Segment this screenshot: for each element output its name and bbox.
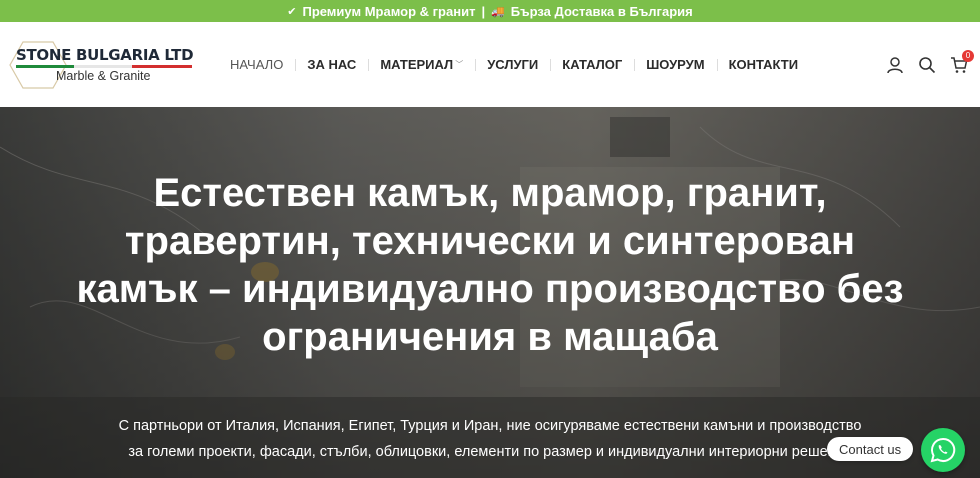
hero-description: С партньори от Италия, Испания, Египет, … [118,418,862,460]
contact-us-button[interactable]: Contact us [827,437,914,461]
announcement-text-2: Бърза Доставка в България [510,3,693,19]
logo-flag-bar [16,65,192,68]
user-icon[interactable] [886,56,904,74]
nav-label: МАТЕРИАЛ [380,57,454,72]
whatsapp-button[interactable] [921,428,965,472]
nav-label: КОНТАКТИ [728,57,799,72]
chevron-down-icon: ﹀ [455,60,464,69]
site-header: STONE BULGARIA LTD Marble & Granite НАЧА… [0,22,980,107]
announcement-separator: | [481,3,486,19]
hero-banner: Естествен камък, мрамор, гранит, траверт… [0,107,980,478]
nav-label: ШОУРУМ [646,57,705,72]
search-icon[interactable] [918,56,936,74]
announcement-bar: ✔ Премиум Мрамор & гранит | 🚚 Бърза Дост… [0,0,980,22]
nav-label: ЗА НАС [307,57,357,72]
nav-label: УСЛУГИ [487,57,539,72]
main-nav: НАЧАЛО ЗА НАС МАТЕРИАЛ ﹀ УСЛУГИ КАТАЛОГ Ш… [218,57,810,72]
nav-item-material[interactable]: МАТЕРИАЛ ﹀ [368,57,475,72]
nav-item-catalog[interactable]: КАТАЛОГ [550,57,634,72]
logo-subtitle: Marble & Granite [56,69,151,83]
site-logo[interactable]: STONE BULGARIA LTD Marble & Granite [8,40,198,90]
nav-label: КАТАЛОГ [562,57,623,72]
announcement-text-1: Премиум Мрамор & гранит [302,3,476,19]
cart-count-badge: 0 [962,49,974,62]
nav-item-contacts[interactable]: КОНТАКТИ [716,57,811,72]
nav-item-home[interactable]: НАЧАЛО [218,57,295,72]
whatsapp-icon [930,437,956,463]
truck-icon: 🚚 [491,5,505,18]
hero-title: Естествен камък, мрамор, гранит, траверт… [76,171,904,359]
logo-name: STONE BULGARIA LTD [16,46,194,64]
check-icon: ✔ [287,5,297,18]
cart-button[interactable]: 0 [950,49,974,74]
header-actions: 0 [886,49,974,74]
nav-label: НАЧАЛО [230,57,284,72]
nav-item-showroom[interactable]: ШОУРУМ [634,57,716,72]
nav-item-about[interactable]: ЗА НАС [295,57,368,72]
nav-item-services[interactable]: УСЛУГИ [475,57,550,72]
